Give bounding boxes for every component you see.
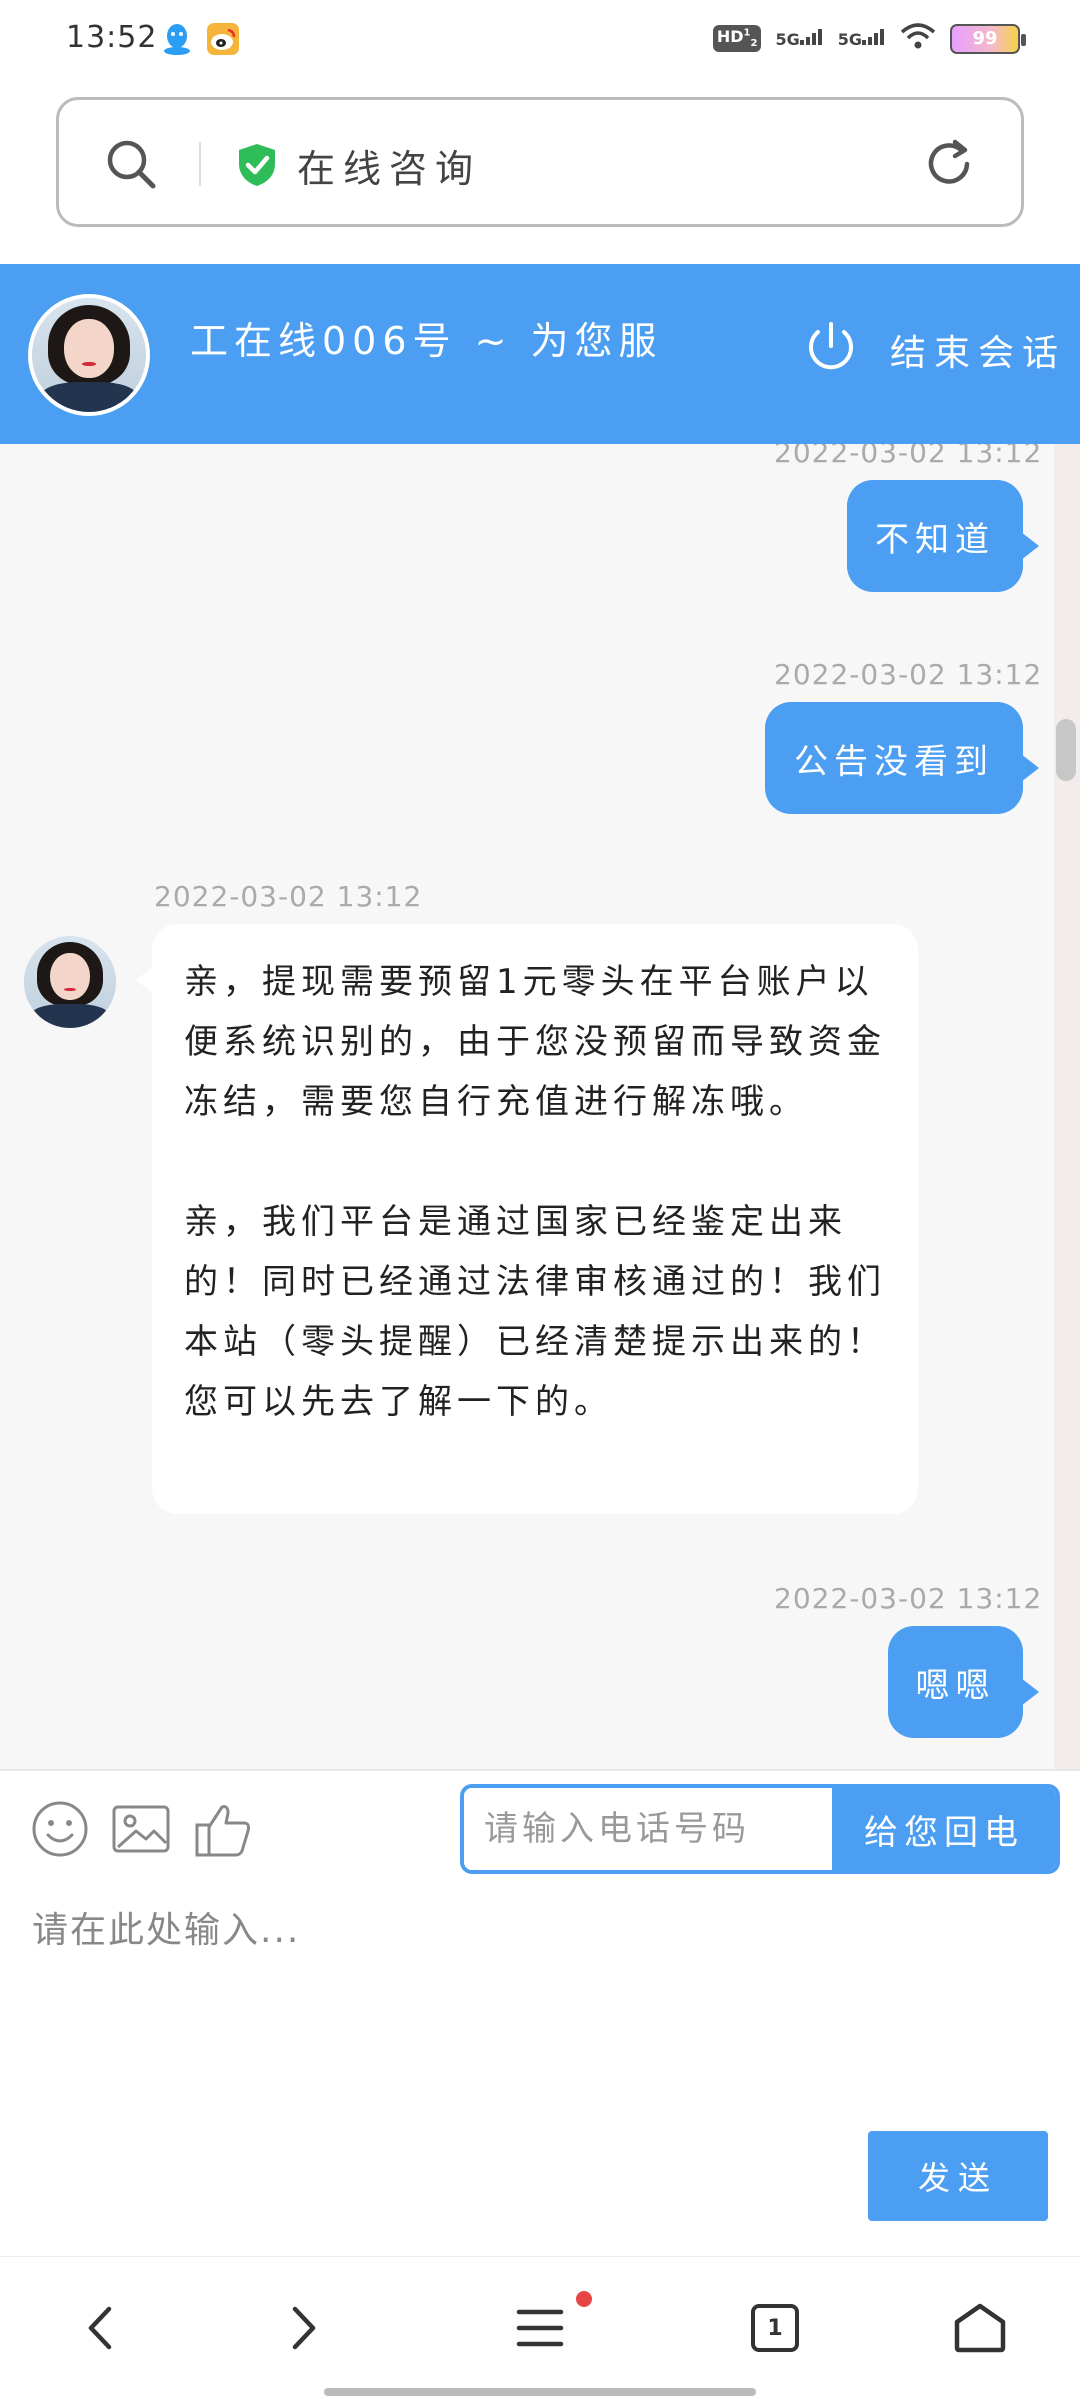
hd-badge: HD12: [712, 25, 762, 52]
browser-nav-bar: 1: [0, 2256, 1080, 2400]
notification-dot: [576, 2291, 592, 2307]
page-title: 在线咨询: [297, 147, 482, 191]
security-shield-icon: [235, 142, 279, 192]
scrollbar-thumb[interactable]: [1056, 719, 1076, 781]
message-timestamp: 2022-03-02 13:12: [774, 444, 1043, 469]
message-timestamp: 2022-03-02 13:12: [774, 658, 1043, 691]
message-bubble-outgoing: 公告没看到: [765, 702, 1039, 814]
signal-5g-2: 5G: [838, 28, 886, 49]
callback-button[interactable]: 给您回电: [832, 1788, 1056, 1870]
reload-icon[interactable]: [919, 134, 979, 198]
callback-form: 给您回电: [460, 1784, 1060, 1874]
power-icon[interactable]: [800, 316, 862, 382]
scrollbar-track[interactable]: [1054, 444, 1080, 1769]
weibo-icon: [206, 22, 240, 60]
message-input[interactable]: [30, 1899, 1040, 2099]
message-timestamp: 2022-03-02 13:12: [774, 1582, 1043, 1615]
back-icon[interactable]: [66, 2293, 136, 2363]
message-bubble-outgoing: 不知道: [847, 480, 1039, 592]
menu-icon[interactable]: [505, 2293, 575, 2363]
browser-address-bar[interactable]: 在线咨询: [56, 97, 1024, 227]
message-bubble-outgoing: 嗯嗯: [888, 1626, 1039, 1738]
message-paragraph: 亲，我们平台是通过国家已经鉴定出来的！同时已经通过法律审核通过的！我们本站（零头…: [184, 1202, 886, 1422]
wifi-icon: [900, 22, 936, 55]
forward-icon[interactable]: [268, 2293, 338, 2363]
chat-input-area: 给您回电 发送: [0, 1769, 1080, 2256]
status-notification-icons: [162, 22, 240, 60]
message-timestamp: 2022-03-02 13:12: [154, 880, 423, 913]
message-bubble-incoming: 亲，提现需要预留1元零头在平台账户以便系统识别的，由于您没预留而导致资金冻结，需…: [136, 924, 918, 1514]
image-icon[interactable]: [110, 1799, 172, 1863]
home-icon[interactable]: [945, 2293, 1015, 2363]
agent-avatar: [28, 294, 150, 416]
tabs-button[interactable]: 1: [740, 2293, 810, 2363]
qq-icon: [162, 22, 192, 60]
battery-indicator: 99: [950, 23, 1026, 54]
thumbs-up-icon[interactable]: [192, 1799, 254, 1863]
agent-avatar: [24, 936, 116, 1028]
gesture-home-indicator[interactable]: [324, 2388, 756, 2396]
end-session-button[interactable]: 结束会话: [890, 324, 1066, 376]
search-icon[interactable]: [103, 136, 159, 196]
phone-number-input[interactable]: [464, 1788, 832, 1870]
status-right-icons: HD12 5G 5G 99: [712, 22, 1026, 55]
emoji-icon[interactable]: [30, 1799, 90, 1863]
status-bar: 13:52 HD12 5G 5G 99: [0, 0, 1080, 84]
status-time: 13:52: [66, 20, 158, 55]
signal-5g-1: 5G: [775, 28, 823, 49]
address-divider: [199, 142, 201, 186]
message-list[interactable]: 2022-03-02 13:12 不知道 2022-03-02 13:12 公告…: [0, 444, 1080, 1769]
message-paragraph: 亲，提现需要预留1元零头在平台账户以便系统识别的，由于您没预留而导致资金冻结，需…: [184, 962, 886, 1122]
agent-title: 工在线006号 ~ 为您服: [190, 319, 663, 363]
send-button[interactable]: 发送: [868, 2131, 1048, 2221]
chat-header: 工在线006号 ~ 为您服 结束会话: [0, 264, 1080, 444]
